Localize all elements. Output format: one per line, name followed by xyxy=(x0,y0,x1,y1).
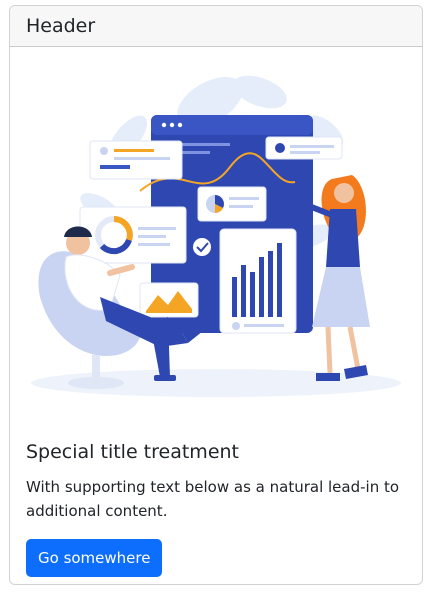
card-title: Special title treatment xyxy=(26,441,239,463)
card-text: With supporting text below as a natural … xyxy=(26,478,400,520)
analytics-dashboard-illustration xyxy=(31,75,401,397)
card-body: Special title treatment With supporting … xyxy=(26,410,406,577)
card: Header Special title treatment With supp… xyxy=(9,5,423,585)
card-header: Header xyxy=(10,6,422,47)
go-somewhere-button[interactable]: Go somewhere xyxy=(26,539,163,577)
